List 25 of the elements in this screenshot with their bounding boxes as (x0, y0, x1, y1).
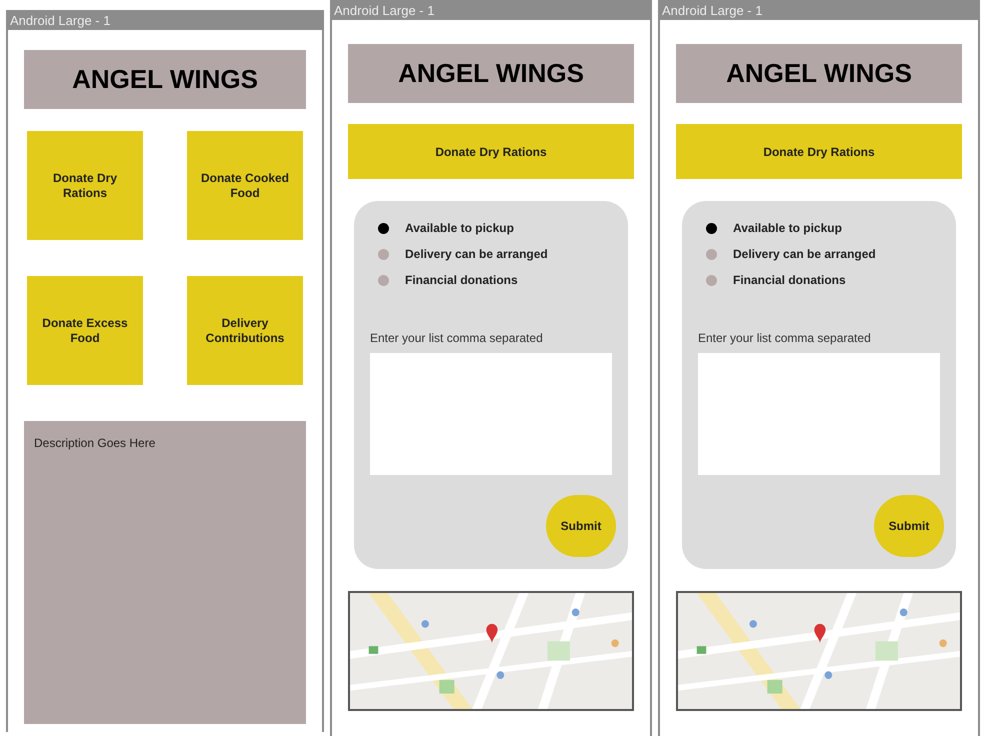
list-input-field[interactable] (698, 353, 940, 475)
donation-tile[interactable]: Donate Excess Food (27, 276, 143, 385)
app-header: ANGEL WINGS (24, 50, 306, 109)
list-input-field[interactable] (370, 353, 612, 475)
option-label: Available to pickup (733, 220, 842, 237)
app-header: ANGEL WINGS (348, 44, 634, 103)
donate-dry-rations-button[interactable]: Donate Dry Rations (676, 124, 962, 179)
donation-tile[interactable]: Delivery Contributions (187, 276, 303, 385)
submit-button[interactable]: Submit (546, 495, 616, 557)
field-label: Enter your list comma separated (697, 330, 872, 347)
description-text: Description Goes Here (34, 436, 156, 450)
app-header: ANGEL WINGS (676, 44, 962, 103)
frame-title: Android Large - 1 (10, 14, 110, 26)
option-label: Financial donations (405, 272, 518, 289)
donation-tile[interactable]: Donate Cooked Food (187, 131, 303, 240)
option-label: Delivery can be arranged (405, 246, 548, 263)
option-label: Available to pickup (405, 220, 514, 237)
donate-dry-rations-button[interactable]: Donate Dry Rations (348, 124, 634, 179)
field-label: Enter your list comma separated (369, 330, 544, 347)
frame-title: Android Large - 1 (334, 4, 434, 16)
donation-tile[interactable]: Donate Dry Rations (27, 131, 143, 240)
option-label: Financial donations (733, 272, 846, 289)
submit-button[interactable]: Submit (874, 495, 944, 557)
frame-title: Android Large - 1 (662, 4, 762, 16)
option-label: Delivery can be arranged (733, 246, 876, 263)
